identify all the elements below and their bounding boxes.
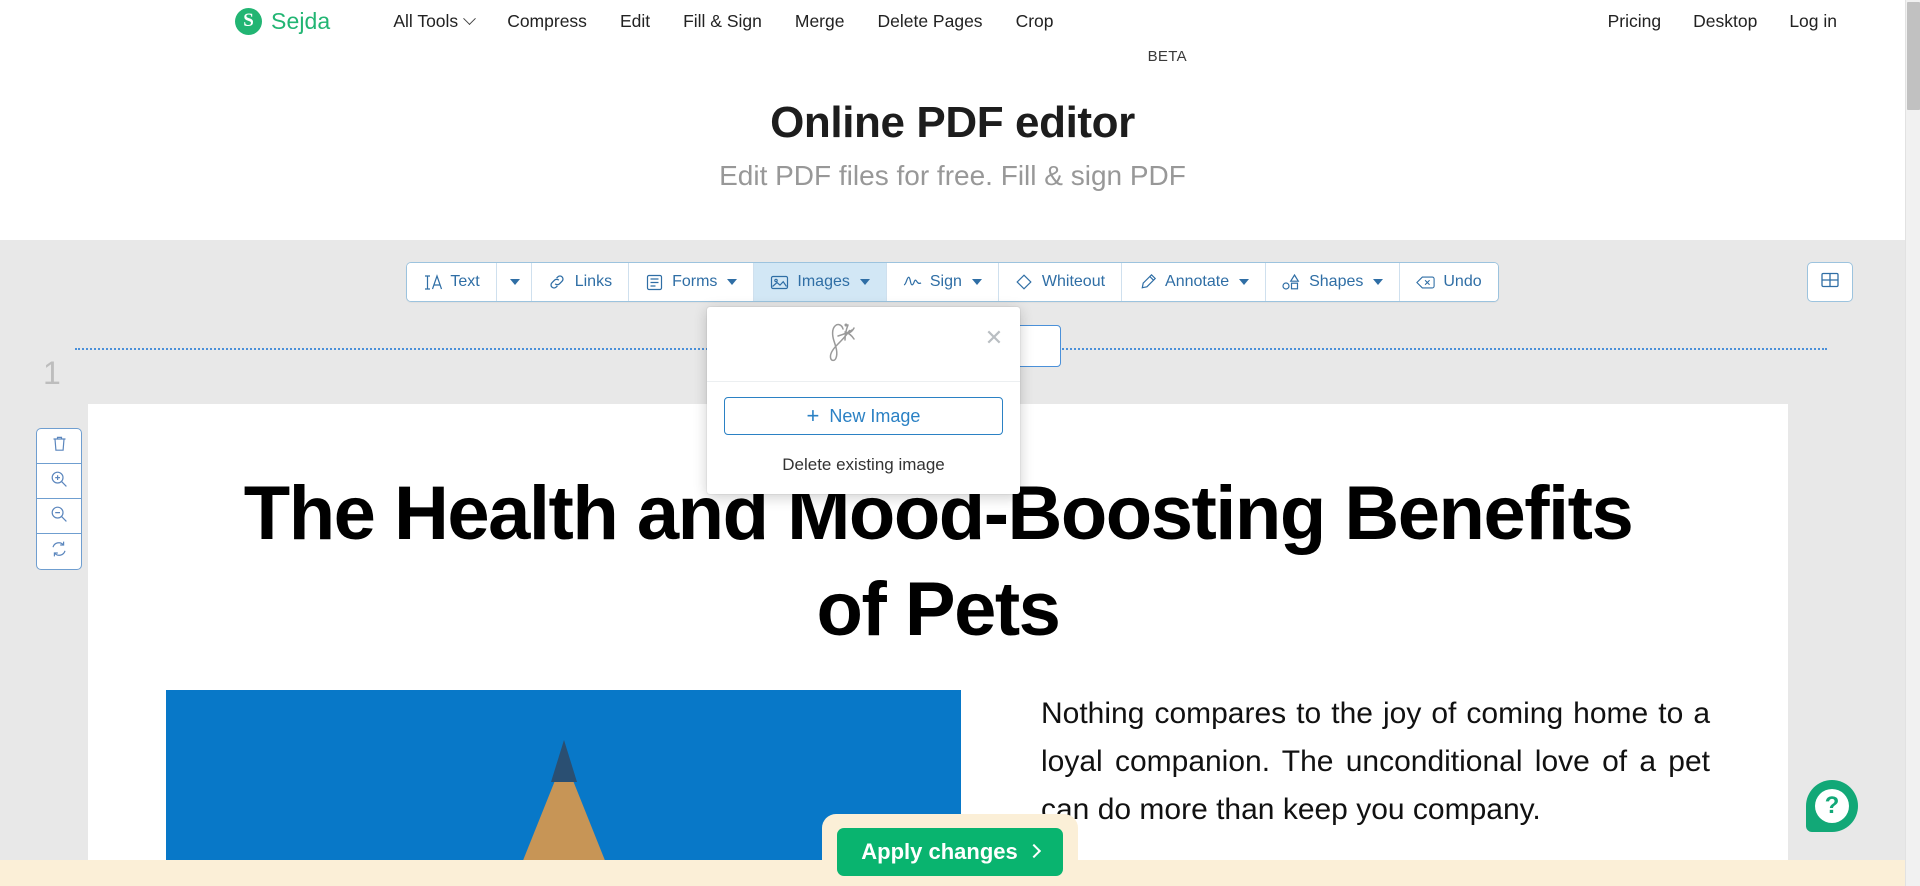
new-image-button-label: New Image: [829, 405, 921, 426]
rotate-page-button[interactable]: [37, 534, 81, 569]
zoom-in-icon: [50, 470, 68, 493]
nav-item-pricing[interactable]: Pricing: [1608, 11, 1662, 32]
toolbar-button-images[interactable]: Images: [754, 263, 887, 301]
plus-icon: +: [806, 403, 820, 428]
sejda-logo-mark: S: [235, 7, 262, 35]
chevron-down-icon: [463, 11, 477, 25]
toolbar-button-links-label: Links: [574, 273, 613, 290]
top-navigation-bar: S Sejda All Tools Compress Edit Fill & S…: [0, 0, 1905, 42]
images-dropdown-panel: ✕ + New Image Delete existing image: [707, 307, 1020, 494]
whiteout-icon: [1015, 273, 1034, 292]
chevron-down-icon: [971, 279, 982, 285]
document-paragraph: Nothing compares to the joy of coming ho…: [1041, 697, 1710, 826]
chevron-down-icon: [509, 279, 520, 285]
grid-icon: [1820, 270, 1840, 295]
delete-existing-image-button[interactable]: Delete existing image: [724, 455, 1003, 475]
annotate-icon: [1138, 273, 1157, 292]
toolbar-button-text-dropdown[interactable]: [496, 263, 532, 301]
zoom-in-button[interactable]: [37, 464, 81, 499]
toolbar-button-sign-label: Sign: [929, 273, 962, 290]
editor-toolbar: Text Links Forms Images Sign Whiteout An…: [406, 262, 1499, 302]
delete-page-button[interactable]: [37, 429, 81, 464]
nav-item-desktop[interactable]: Desktop: [1693, 11, 1757, 32]
toolbar-button-whiteout-label: Whiteout: [1041, 273, 1106, 290]
toolbar-button-shapes[interactable]: Shapes: [1266, 263, 1401, 301]
link-icon: [548, 273, 567, 292]
scrollbar-thumb[interactable]: [1907, 2, 1920, 110]
signature-thumbnail[interactable]: [818, 316, 874, 373]
grid-view-button[interactable]: [1807, 262, 1853, 302]
page-scrollbar[interactable]: [1905, 0, 1920, 886]
page-tools-rail: [36, 428, 82, 570]
toolbar-button-images-label: Images: [797, 273, 850, 290]
toolbar-button-whiteout[interactable]: Whiteout: [998, 263, 1123, 301]
forms-icon: [645, 273, 664, 292]
toolbar-button-undo-label: Undo: [1443, 273, 1482, 290]
app-root: S Sejda All Tools Compress Edit Fill & S…: [0, 0, 1920, 886]
nav-item-delete-pages[interactable]: Delete Pages: [877, 11, 982, 32]
toolbar-button-annotate-label: Annotate: [1165, 273, 1230, 290]
images-dropdown-body: + New Image Delete existing image: [707, 382, 1020, 494]
apply-changes-container: Apply changes: [822, 814, 1078, 886]
zoom-out-icon: [50, 505, 68, 528]
nav-item-edit[interactable]: Edit: [620, 11, 650, 32]
sejda-logo[interactable]: S Sejda: [235, 7, 331, 35]
toolbar-button-text[interactable]: Text: [407, 263, 497, 301]
cat-ear-tip-shape: [550, 740, 577, 782]
apply-changes-button[interactable]: Apply changes: [837, 828, 1063, 876]
hero-section: Online PDF editor BETA Edit PDF files fo…: [0, 42, 1905, 240]
page-subtitle: Edit PDF files for free. Fill & sign PDF: [719, 160, 1186, 191]
image-preview-row: ✕: [707, 307, 1020, 382]
image-icon: [770, 273, 789, 292]
toolbar-button-forms-label: Forms: [672, 273, 718, 290]
page-title-text: Online PDF editor: [770, 98, 1135, 147]
nav-item-merge[interactable]: Merge: [795, 11, 845, 32]
help-button[interactable]: ?: [1806, 780, 1858, 832]
chevron-down-icon: [859, 279, 870, 285]
nav-item-crop[interactable]: Crop: [1016, 11, 1054, 32]
page-title: Online PDF editor BETA: [770, 42, 1186, 148]
nav-item-fill-and-sign[interactable]: Fill & Sign: [683, 11, 762, 32]
zoom-out-button[interactable]: [37, 499, 81, 534]
shapes-icon: [1282, 273, 1301, 292]
trash-icon: [51, 435, 68, 458]
nav-item-all-tools-label: All Tools: [393, 10, 459, 31]
nav-item-all-tools[interactable]: All Tools: [393, 10, 477, 32]
sign-icon: [903, 273, 922, 292]
nav-item-compress[interactable]: Compress: [507, 11, 587, 32]
rotate-icon: [50, 540, 68, 563]
toolbar-button-forms[interactable]: Forms: [629, 263, 755, 301]
text-icon: [423, 273, 442, 292]
sejda-logo-text: Sejda: [271, 7, 331, 34]
editor-toolbar-wrapper: Text Links Forms Images Sign Whiteout An…: [0, 262, 1905, 302]
close-icon[interactable]: ✕: [984, 327, 1004, 349]
undo-icon: [1416, 273, 1436, 292]
page-number-label: 1: [43, 355, 61, 391]
nav-item-log-in[interactable]: Log in: [1789, 11, 1837, 32]
secondary-nav-links: Pricing Desktop Log in: [1608, 11, 1837, 32]
new-image-button[interactable]: + New Image: [724, 397, 1003, 435]
chevron-down-icon: [727, 279, 738, 285]
chevron-right-icon: [1026, 843, 1041, 859]
toolbar-button-undo[interactable]: Undo: [1400, 263, 1498, 301]
toolbar-button-links[interactable]: Links: [531, 263, 630, 301]
chevron-down-icon: [1239, 279, 1250, 285]
apply-changes-label: Apply changes: [861, 839, 1018, 864]
toolbar-button-sign[interactable]: Sign: [886, 263, 999, 301]
toolbar-button-shapes-label: Shapes: [1309, 273, 1364, 290]
question-mark-icon: ?: [1815, 789, 1849, 823]
toolbar-button-text-label: Text: [450, 273, 480, 290]
beta-badge: BETA: [1147, 48, 1187, 65]
primary-nav-links: All Tools Compress Edit Fill & Sign Merg…: [393, 11, 1053, 32]
chevron-down-icon: [1373, 279, 1384, 285]
toolbar-button-annotate[interactable]: Annotate: [1122, 263, 1267, 301]
